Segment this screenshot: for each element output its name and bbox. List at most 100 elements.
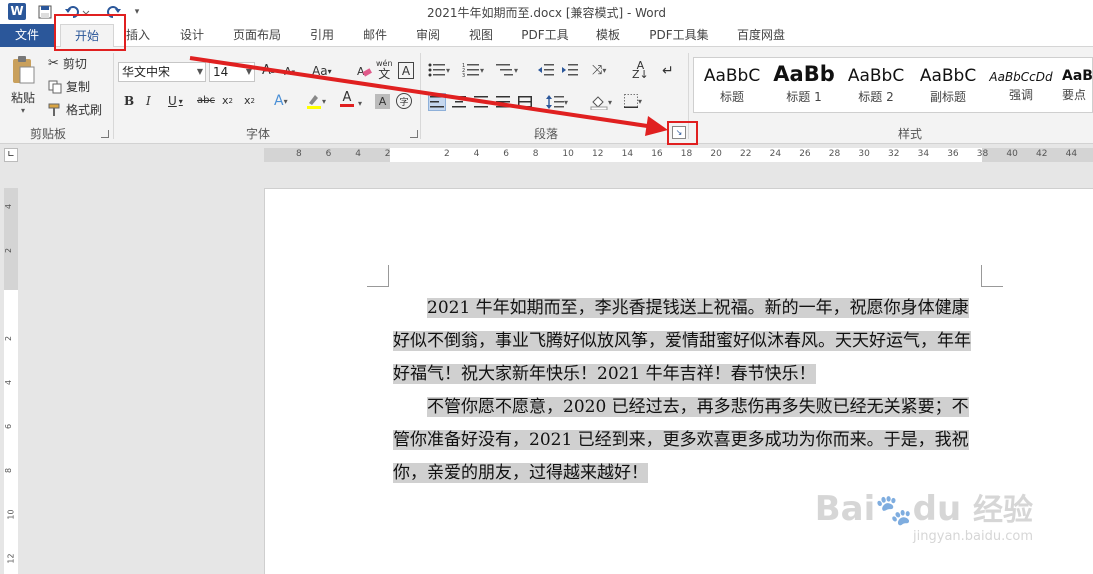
enclose-characters-icon[interactable]: 字 — [396, 93, 412, 109]
style-subtitle[interactable]: AaBbC 副标题 — [912, 58, 984, 114]
highlight-icon[interactable]: ▾ — [306, 93, 326, 109]
style-heading-1[interactable]: AaBb 标题 1 — [768, 58, 840, 114]
ruler-tick: 2 — [4, 335, 14, 342]
ruler-tick: 10 — [562, 149, 574, 159]
group-label-font: 字体 — [246, 127, 271, 141]
vertical-ruler[interactable]: 4 2 2 4 6 8 10 12 — [4, 188, 18, 574]
bold-icon[interactable]: B — [124, 94, 134, 108]
tab-references[interactable]: 引用 — [302, 24, 342, 46]
ruler-tick: 6 — [503, 149, 509, 159]
paste-button[interactable]: 粘贴 ▾ — [8, 55, 38, 125]
ruler-tick: 4 — [355, 149, 361, 159]
crop-mark — [367, 265, 389, 287]
ruler-tick: 8 — [532, 149, 539, 159]
ruler-tick: 28 — [828, 149, 841, 159]
ruler-tick: 8 — [296, 149, 302, 159]
font-color-icon[interactable]: A — [340, 91, 354, 107]
italic-icon[interactable]: I — [146, 94, 151, 108]
bullets-icon[interactable]: ▾ — [428, 63, 450, 77]
justify-icon[interactable] — [496, 96, 510, 108]
character-border-icon[interactable]: A — [398, 62, 414, 79]
ruler-tick: 18 — [680, 149, 693, 159]
ruler-tick: 2 — [384, 149, 391, 159]
format-painter-button[interactable]: 格式刷 — [48, 101, 102, 118]
tab-templates[interactable]: 模板 — [588, 24, 628, 46]
shrink-font-icon[interactable]: A ▾ — [284, 65, 295, 78]
font-size-combo[interactable]: 14 ▼ — [209, 62, 255, 82]
tab-pdf-toolset[interactable]: PDF工具集 — [640, 24, 718, 46]
strikethrough-icon[interactable]: abc — [197, 95, 215, 106]
document-page[interactable]: 2021 牛年如期而至，李兆香提钱送上祝福。新的一年，祝愿你身体健康好似不倒翁，… — [264, 188, 1093, 574]
crop-mark — [981, 265, 1003, 287]
chinese-layout-icon[interactable]: ⤨ ▾ — [592, 63, 606, 78]
paragraph-1[interactable]: 2021 牛年如期而至，李兆香提钱送上祝福。新的一年，祝愿你身体健康好似不倒翁，… — [393, 292, 983, 391]
ruler-tick: 38 — [976, 149, 989, 159]
chevron-down-icon: ▼ — [196, 67, 203, 76]
align-center-icon[interactable] — [452, 96, 466, 108]
chevron-down-icon[interactable]: ▾ — [358, 99, 362, 108]
decrease-indent-icon[interactable] — [538, 63, 554, 77]
ruler-tick: 2 — [4, 247, 14, 254]
align-right-icon[interactable] — [474, 96, 488, 108]
line-spacing-icon[interactable]: ▾ — [546, 95, 568, 109]
tab-file[interactable]: 文件 — [0, 24, 54, 47]
copy-icon — [48, 80, 62, 93]
font-launcher-icon[interactable] — [410, 130, 418, 138]
change-case-icon[interactable]: Aa ▾ — [312, 64, 332, 78]
subscript-icon[interactable]: x2 — [222, 94, 233, 107]
ruler-tick: 20 — [710, 149, 722, 159]
grow-font-icon[interactable]: A ▴ — [262, 63, 274, 78]
ruler-tick: 6 — [325, 149, 332, 159]
svg-text:A: A — [357, 65, 365, 78]
tab-selector-icon[interactable]: ∟ — [4, 148, 18, 162]
paste-icon — [13, 56, 35, 84]
style-emphasis[interactable]: AaBbCcDd 强调 — [984, 58, 1058, 114]
show-marks-icon[interactable]: ↵ — [662, 63, 674, 79]
ruler-tick: 12 — [6, 553, 16, 564]
ribbon-home: 粘贴 ▾ ✂ 剪切 复制 格式刷 剪贴板 华文中宋 ▼ 14 ▼ A ▴ A ▾ Aa ▾… — [0, 47, 1093, 144]
copy-button[interactable]: 复制 — [48, 78, 90, 95]
ruler-tick: 42 — [1036, 149, 1048, 159]
tab-mailings[interactable]: 邮件 — [355, 24, 395, 46]
multilevel-list-icon[interactable]: ▾ — [496, 63, 518, 77]
shading-icon[interactable]: ▾ — [590, 94, 612, 110]
paragraph-2[interactable]: 不管你愿不愿意，2020 已经过去，再多悲伤再多失败已经无关紧要；不管你准备好没… — [393, 391, 983, 490]
sort-icon[interactable]: A Z↓ — [632, 60, 649, 80]
format-painter-icon — [48, 103, 60, 116]
group-label-paragraph: 段落 — [534, 127, 559, 141]
align-left-icon[interactable] — [428, 93, 446, 111]
clipboard-launcher-icon[interactable] — [101, 130, 109, 138]
tab-layout[interactable]: 页面布局 — [226, 24, 288, 46]
clear-format-icon[interactable]: A — [356, 63, 372, 79]
ruler-tick: 4 — [4, 203, 14, 210]
style-heading-2[interactable]: AaBbC 标题 2 — [840, 58, 912, 114]
phonetic-guide-icon[interactable]: wén 文 — [376, 59, 393, 80]
ruler-row: ∟ 8 6 4 2 2 4 6 8 10 12 14 16 18 20 22 24 26 28 30 32 34 36 38… — [0, 144, 1093, 166]
tab-review[interactable]: 审阅 — [408, 24, 448, 46]
tab-design[interactable]: 设计 — [172, 24, 212, 46]
ruler-tick: 4 — [473, 149, 480, 159]
cut-button[interactable]: ✂ 剪切 — [48, 55, 87, 72]
tab-baidu-netdisk[interactable]: 百度网盘 — [728, 24, 794, 46]
tab-view[interactable]: 视图 — [461, 24, 501, 46]
ruler-tick: 22 — [740, 149, 752, 159]
distributed-icon[interactable] — [518, 96, 532, 108]
superscript-icon[interactable]: x2 — [244, 94, 255, 107]
window-title: 2021牛年如期而至.docx [兼容模式] - Word — [427, 6, 666, 20]
style-strong[interactable]: AaBb 要点 — [1058, 58, 1092, 114]
text-effects-icon[interactable]: A ▾ — [274, 93, 288, 109]
font-name-combo[interactable]: 华文中宋 ▼ — [118, 62, 206, 82]
styles-gallery: AaBbC 标题 AaBb 标题 1 AaBbC 标题 2 AaBbC 副标题 … — [693, 57, 1093, 113]
character-shading-icon[interactable]: A — [375, 94, 390, 109]
increase-indent-icon[interactable] — [562, 63, 578, 77]
underline-icon[interactable]: U ▾ — [168, 94, 183, 108]
style-title[interactable]: AaBbC 标题 — [696, 58, 768, 114]
ruler-tick: 2 — [444, 149, 450, 159]
horizontal-ruler[interactable]: 8 6 4 2 2 4 6 8 10 12 14 16 18 20 22 24 26 28 30 32 34 36 38 40… — [264, 148, 1093, 162]
tab-pdf-tools[interactable]: PDF工具 — [514, 24, 576, 46]
ruler-tick: 6 — [4, 423, 14, 430]
document-body[interactable]: 2021 牛年如期而至，李兆香提钱送上祝福。新的一年，祝愿你身体健康好似不倒翁，… — [393, 292, 983, 490]
borders-icon[interactable]: ▾ — [624, 94, 642, 108]
chevron-down-icon: ▼ — [245, 67, 252, 76]
numbering-icon[interactable]: 1 2 3 ▾ — [462, 63, 484, 77]
